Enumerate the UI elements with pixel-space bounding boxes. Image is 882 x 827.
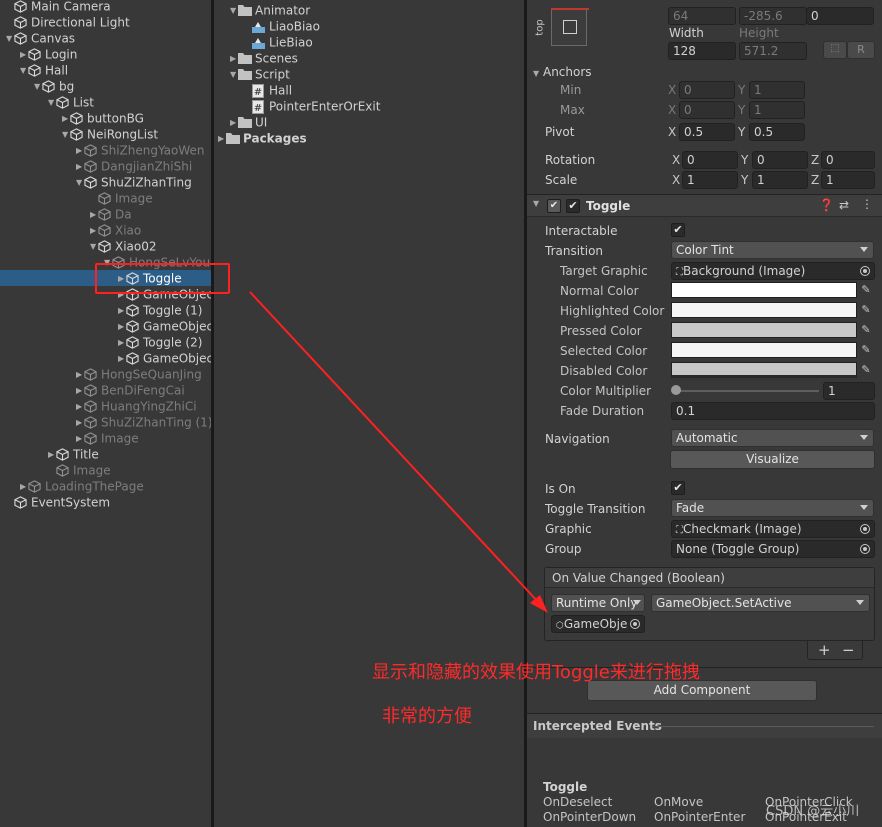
annotation-text-line1: 显示和隐藏的效果使用Toggle来进行拖拽 (372, 662, 700, 683)
watermark: CSDN @云小川 (766, 804, 860, 819)
annotation-text-line2: 非常的方便 (382, 706, 472, 727)
